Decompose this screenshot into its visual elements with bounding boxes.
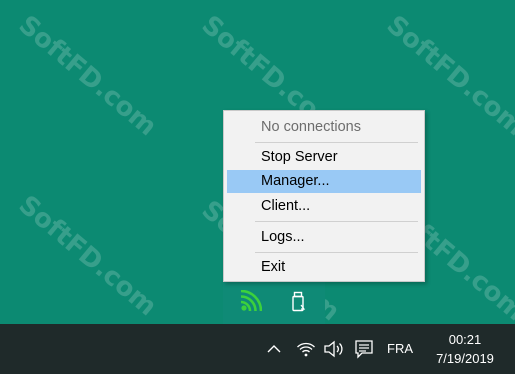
menu-item-stop-server[interactable]: Stop Server <box>227 146 421 169</box>
taskbar: FRA 00:21 7/19/2019 <box>0 324 515 374</box>
menu-item-logs[interactable]: Logs... <box>227 226 421 249</box>
tray-overflow-panel <box>223 282 325 324</box>
menu-item-exit[interactable]: Exit <box>227 256 421 279</box>
input-language-indicator[interactable]: FRA <box>387 341 413 356</box>
chevron-up-icon[interactable] <box>264 337 284 361</box>
menu-separator <box>255 142 418 143</box>
volume-icon[interactable] <box>322 337 346 361</box>
watermark: SoftFD.com <box>12 190 163 323</box>
server-signal-icon[interactable] <box>236 288 264 316</box>
menu-separator <box>255 252 418 253</box>
watermark: SoftFD.com <box>12 10 163 143</box>
usb-drive-icon[interactable] <box>284 288 312 316</box>
menu-item-client[interactable]: Client... <box>227 195 421 218</box>
tray-context-menu: No connections Stop Server Manager... Cl… <box>223 110 425 282</box>
menu-item-manager[interactable]: Manager... <box>227 170 421 193</box>
network-icon[interactable] <box>295 337 317 361</box>
action-center-icon[interactable] <box>352 337 376 361</box>
clock-date: 7/19/2019 <box>436 351 494 366</box>
menu-item-no-connections: No connections <box>261 119 361 135</box>
clock-time: 00:21 <box>448 332 482 347</box>
menu-separator <box>255 221 418 222</box>
clock[interactable]: 00:21 7/19/2019 <box>426 330 504 368</box>
